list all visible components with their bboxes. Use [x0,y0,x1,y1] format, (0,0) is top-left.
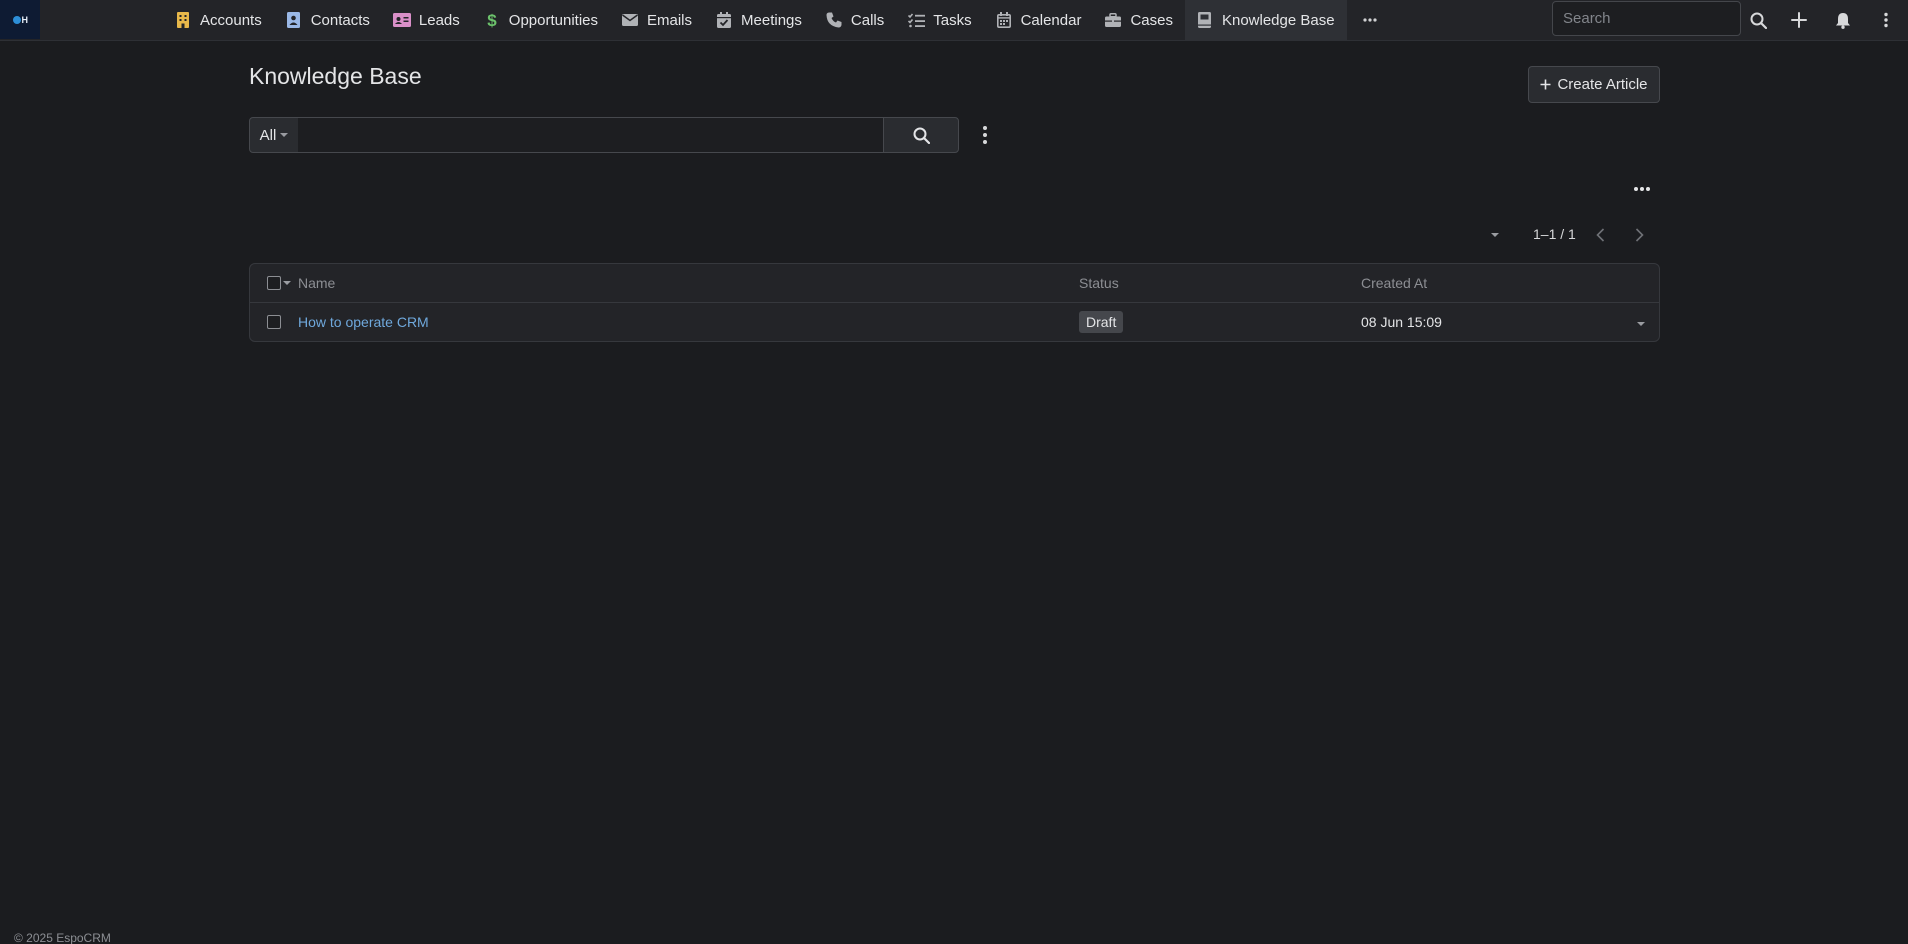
contact-card-icon [285,11,303,29]
table-row: How to operate CRM Draft 08 Jun 15:09 [250,303,1659,341]
tab-contacts[interactable]: Contacts [274,0,382,40]
next-page-button[interactable] [1627,224,1651,246]
tab-calendar[interactable]: Calendar [984,0,1094,40]
task-list-icon [907,11,925,29]
id-card-icon [392,11,411,29]
quick-create-button[interactable] [1785,6,1813,34]
briefcase-icon [1104,11,1122,29]
calendar-check-icon [715,11,733,29]
tab-cases-label: Cases [1130,11,1173,29]
global-search-input[interactable] [1552,1,1741,36]
table-header: Name Status Created At [250,264,1659,303]
tab-meetings-label: Meetings [741,11,802,29]
tab-emails[interactable]: Emails [610,0,704,40]
pagination-text: 1–1 / 1 [1533,226,1576,242]
search-button[interactable] [1744,6,1772,34]
tab-opportunities[interactable]: $ Opportunities [472,0,610,40]
tab-calls[interactable]: Calls [814,0,896,40]
tab-calendar-label: Calendar [1020,11,1082,29]
status-badge: Draft [1079,311,1124,333]
article-name-link[interactable]: How to operate CRM [298,314,429,330]
search-icon [913,127,930,144]
caret-down-icon [283,281,291,285]
search-submit-button[interactable] [883,117,959,153]
tab-accounts-label: Accounts [200,11,262,29]
articles-table: Name Status Created At How to operate CR… [249,263,1660,342]
row-actions-button[interactable] [1634,319,1648,329]
plus-icon [1791,12,1807,28]
envelope-icon [621,11,639,29]
tab-leads[interactable]: Leads [382,0,472,40]
select-all-checkbox[interactable] [267,276,281,290]
filter-dropdown[interactable]: All [249,117,299,153]
text-filter-input[interactable] [298,117,884,153]
book-icon [1196,11,1214,29]
footer-copyright: © 2025 EspoCRM [14,931,111,944]
search-icon [1750,12,1767,29]
svg-text:$: $ [487,11,497,29]
tab-knowledge-base[interactable]: Knowledge Base [1184,0,1347,40]
bell-icon [1836,12,1850,29]
caret-down-icon [1491,233,1499,237]
more-horizontal-icon [1362,18,1377,22]
nav-tabs: Accounts Contacts Leads $ Opportunities … [164,0,1393,40]
page-title: Knowledge Base [249,63,422,89]
column-header-name[interactable]: Name [298,275,335,291]
tab-opportunities-label: Opportunities [508,11,598,29]
column-header-status[interactable]: Status [1079,275,1119,291]
tab-emails-label: Emails [647,11,693,29]
tab-knowledge-base-label: Knowledge Base [1221,11,1335,29]
nav-more-button[interactable] [1347,0,1393,40]
caret-down-icon [1637,322,1645,326]
previous-page-button[interactable] [1588,224,1612,246]
building-icon [174,11,192,29]
logo-mark: H [12,15,28,25]
list-actions-button[interactable] [1630,178,1654,200]
tab-contacts-label: Contacts [310,11,370,29]
tab-tasks[interactable]: Tasks [896,0,983,40]
notifications-button[interactable] [1829,6,1857,34]
dollar-icon: $ [483,11,501,29]
create-article-button[interactable]: Create Article [1528,66,1660,103]
filter-options-button[interactable] [975,118,995,152]
user-menu-button[interactable] [1872,6,1900,34]
tab-meetings[interactable]: Meetings [704,0,814,40]
plus-icon [1540,79,1551,90]
calendar-icon [995,11,1013,29]
tab-cases[interactable]: Cases [1093,0,1185,40]
select-all-caret[interactable] [283,281,291,285]
more-vertical-icon [1884,12,1888,28]
column-header-created-at[interactable]: Created At [1361,275,1427,291]
tab-tasks-label: Tasks [933,11,972,29]
created-at-value: 08 Jun 15:09 [1361,314,1442,330]
pagination-dropdown[interactable] [1487,228,1503,242]
tab-calls-label: Calls [850,11,885,29]
tab-accounts[interactable]: Accounts [164,0,274,40]
chevron-left-icon [1595,228,1604,242]
row-checkbox[interactable] [267,315,281,329]
filter-label: All [259,126,277,144]
chevron-right-icon [1635,228,1644,242]
navbar: H Accounts Contacts Leads $ Opportunitie… [0,0,1908,41]
create-article-label: Create Article [1557,76,1648,93]
company-logo[interactable]: H [0,0,40,39]
caret-down-icon [280,133,289,137]
phone-icon [825,11,843,29]
tab-leads-label: Leads [418,11,460,29]
